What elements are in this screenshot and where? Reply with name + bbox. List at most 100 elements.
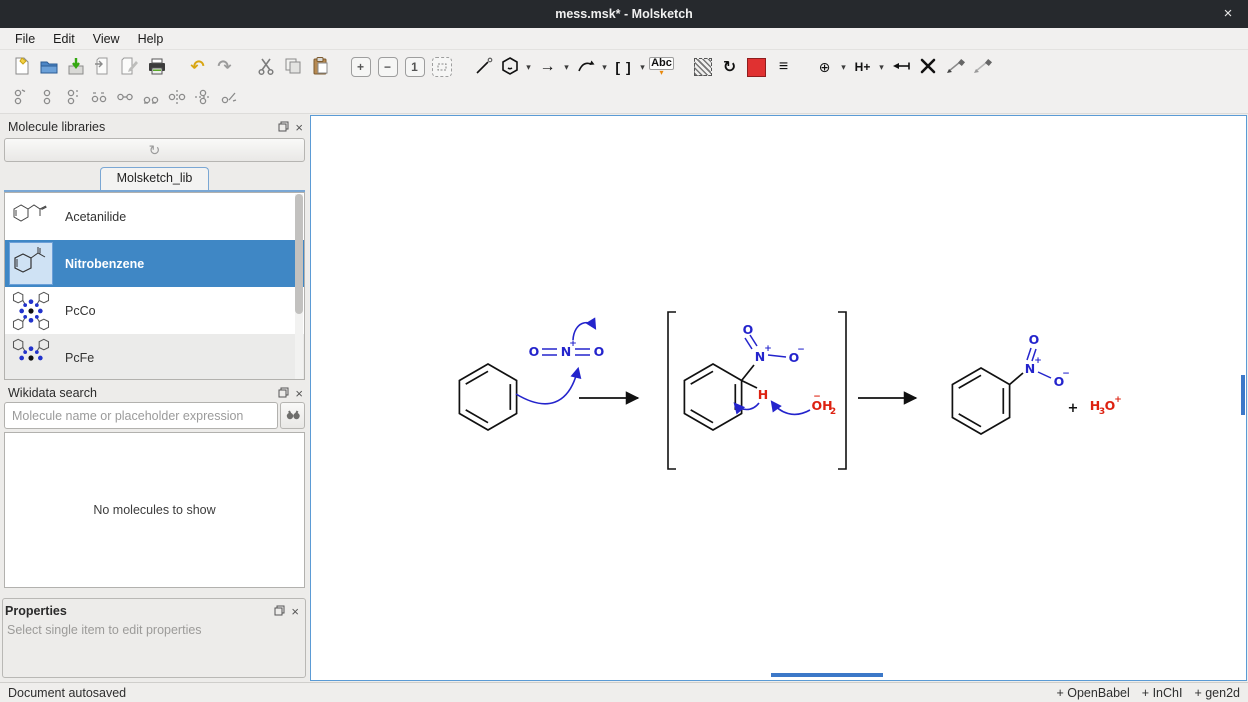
menu-view[interactable]: View [84, 30, 129, 48]
drawing-canvas[interactable]: O N + O [310, 115, 1247, 681]
properties-hint: Select single item to edit properties [7, 623, 202, 637]
import-button[interactable] [89, 54, 116, 81]
library-item-pcfe[interactable]: PcFe [5, 334, 304, 380]
zoom-fit-button[interactable] [428, 54, 455, 81]
new-document-button[interactable] [8, 54, 35, 81]
wikidata-search-button[interactable] [280, 402, 305, 429]
library-scrollbar-thumb[interactable] [295, 194, 303, 314]
mirror-vertical-axis-button[interactable] [164, 87, 190, 111]
status-openbabel: + OpenBabel [1056, 686, 1129, 700]
menu-file[interactable]: File [6, 30, 44, 48]
svg-text:+: + [1034, 356, 1042, 366]
library-item-pcco[interactable]: PcCo [5, 287, 304, 334]
reaction-scheme: O N + O [311, 116, 1246, 680]
join-atoms-icon [115, 87, 135, 110]
brackets-tool-button[interactable]: [ ] [610, 54, 637, 81]
flip-vertical-button[interactable] [8, 87, 34, 111]
refresh-icon: ↻ [149, 142, 161, 159]
undo-button[interactable]: ↶ [184, 54, 211, 81]
bond-angle-button[interactable] [216, 87, 242, 111]
print-icon [147, 56, 167, 79]
bond-tool-icon [473, 56, 493, 79]
status-inchi: + InChI [1142, 686, 1183, 700]
hydrogen-tool-dropdown[interactable]: ▾ [876, 54, 887, 81]
tab-molsketch-lib[interactable]: Molsketch_lib [100, 167, 210, 190]
svg-text:O: O [594, 344, 605, 359]
ring-tool-button[interactable] [496, 54, 523, 81]
window-title: mess.msk* - Molsketch [555, 7, 693, 21]
selection-tool-button[interactable] [689, 54, 716, 81]
menubar: File Edit View Help [0, 28, 1248, 50]
brackets-tool-dropdown[interactable]: ▾ [637, 54, 648, 81]
mirror-horizontal-axis-button[interactable] [190, 87, 216, 111]
library-item-acetanilide[interactable]: Acetanilide [5, 193, 304, 240]
charge-tool-button[interactable]: ⊕ [811, 54, 838, 81]
library-close-icon[interactable]: × [295, 121, 303, 134]
window-close-button[interactable]: × [1218, 4, 1238, 24]
stack-molecules-button[interactable] [60, 87, 86, 111]
library-item-label: PcCo [65, 304, 96, 318]
cut-button[interactable] [252, 54, 279, 81]
brackets-icon: [ ] [615, 59, 631, 75]
canvas-horizontal-scrollbar-thumb[interactable] [771, 673, 883, 677]
library-float-icon[interactable] [278, 121, 289, 134]
open-file-button[interactable] [35, 54, 62, 81]
lone-pair-tool-button[interactable] [887, 54, 914, 81]
library-item-label: PcFe [65, 351, 94, 365]
redo-button[interactable]: ↷ [211, 54, 238, 81]
rotate-icon: ↻ [723, 57, 736, 77]
mechanism-arrow-dropdown[interactable]: ▾ [599, 54, 610, 81]
export-icon [120, 56, 140, 79]
hydrogen-tool-button[interactable]: H+ [849, 54, 876, 81]
zoom-in-button[interactable]: + [347, 54, 374, 81]
zoom-original-icon: 1 [405, 57, 425, 77]
reaction-arrow-dropdown[interactable]: ▾ [561, 54, 572, 81]
library-item-nitrobenzene[interactable]: Nitrobenzene [5, 240, 304, 287]
mechanism-arrow-button[interactable] [572, 54, 599, 81]
ring-tool-dropdown[interactable]: ▾ [523, 54, 534, 81]
rotate-tool-button[interactable]: ↻ [716, 54, 743, 81]
copy-button[interactable] [279, 54, 306, 81]
properties-float-icon[interactable] [274, 605, 285, 618]
wikidata-search-input[interactable] [4, 402, 278, 429]
paste-button[interactable] [306, 54, 333, 81]
align-vertical-button[interactable] [34, 87, 60, 111]
join-atoms-button[interactable] [112, 87, 138, 111]
canvas-vertical-scrollbar-thumb[interactable] [1241, 375, 1245, 415]
charge-tool-dropdown[interactable]: ▾ [838, 54, 849, 81]
save-button[interactable] [62, 54, 89, 81]
properties-close-icon[interactable]: × [291, 605, 299, 618]
nitrobenzene-product: O N + O − [952, 332, 1069, 434]
mechanism-tool-2-button[interactable] [968, 54, 995, 81]
mechanism-tool-1-button[interactable] [941, 54, 968, 81]
svg-text:+: + [1068, 401, 1079, 416]
flip-horizontal-button[interactable] [86, 87, 112, 111]
save-icon [66, 56, 86, 79]
wikidata-panel-controls: × [278, 384, 303, 402]
zoom-out-button[interactable]: − [374, 54, 401, 81]
open-folder-icon [39, 56, 59, 79]
delete-x-icon [919, 57, 937, 78]
delete-tool-button[interactable] [914, 54, 941, 81]
line-width-button[interactable]: ≡ [770, 54, 797, 81]
svg-text:O: O [743, 322, 754, 337]
zoom-original-button[interactable]: 1 [401, 54, 428, 81]
text-tool-button[interactable]: Abc▾ [648, 54, 675, 81]
svg-text:+: + [569, 339, 577, 349]
color-picker-button[interactable] [743, 54, 770, 81]
print-button[interactable] [143, 54, 170, 81]
library-refresh-button[interactable]: ↻ [4, 138, 305, 162]
menu-edit[interactable]: Edit [44, 30, 84, 48]
library-scrollbar[interactable] [295, 194, 303, 380]
svg-text:−: − [797, 345, 805, 355]
undo-tool-group: ↶ ↷ [184, 54, 238, 81]
clipboard-icon [310, 56, 330, 79]
export-button[interactable] [116, 54, 143, 81]
color-swatch-icon [747, 58, 766, 77]
wikidata-float-icon[interactable] [278, 387, 289, 400]
draw-bond-button[interactable] [469, 54, 496, 81]
menu-help[interactable]: Help [129, 30, 173, 48]
align-baseline-button[interactable] [138, 87, 164, 111]
wikidata-close-icon[interactable]: × [295, 387, 303, 400]
reaction-arrow-button[interactable]: → [534, 54, 561, 81]
